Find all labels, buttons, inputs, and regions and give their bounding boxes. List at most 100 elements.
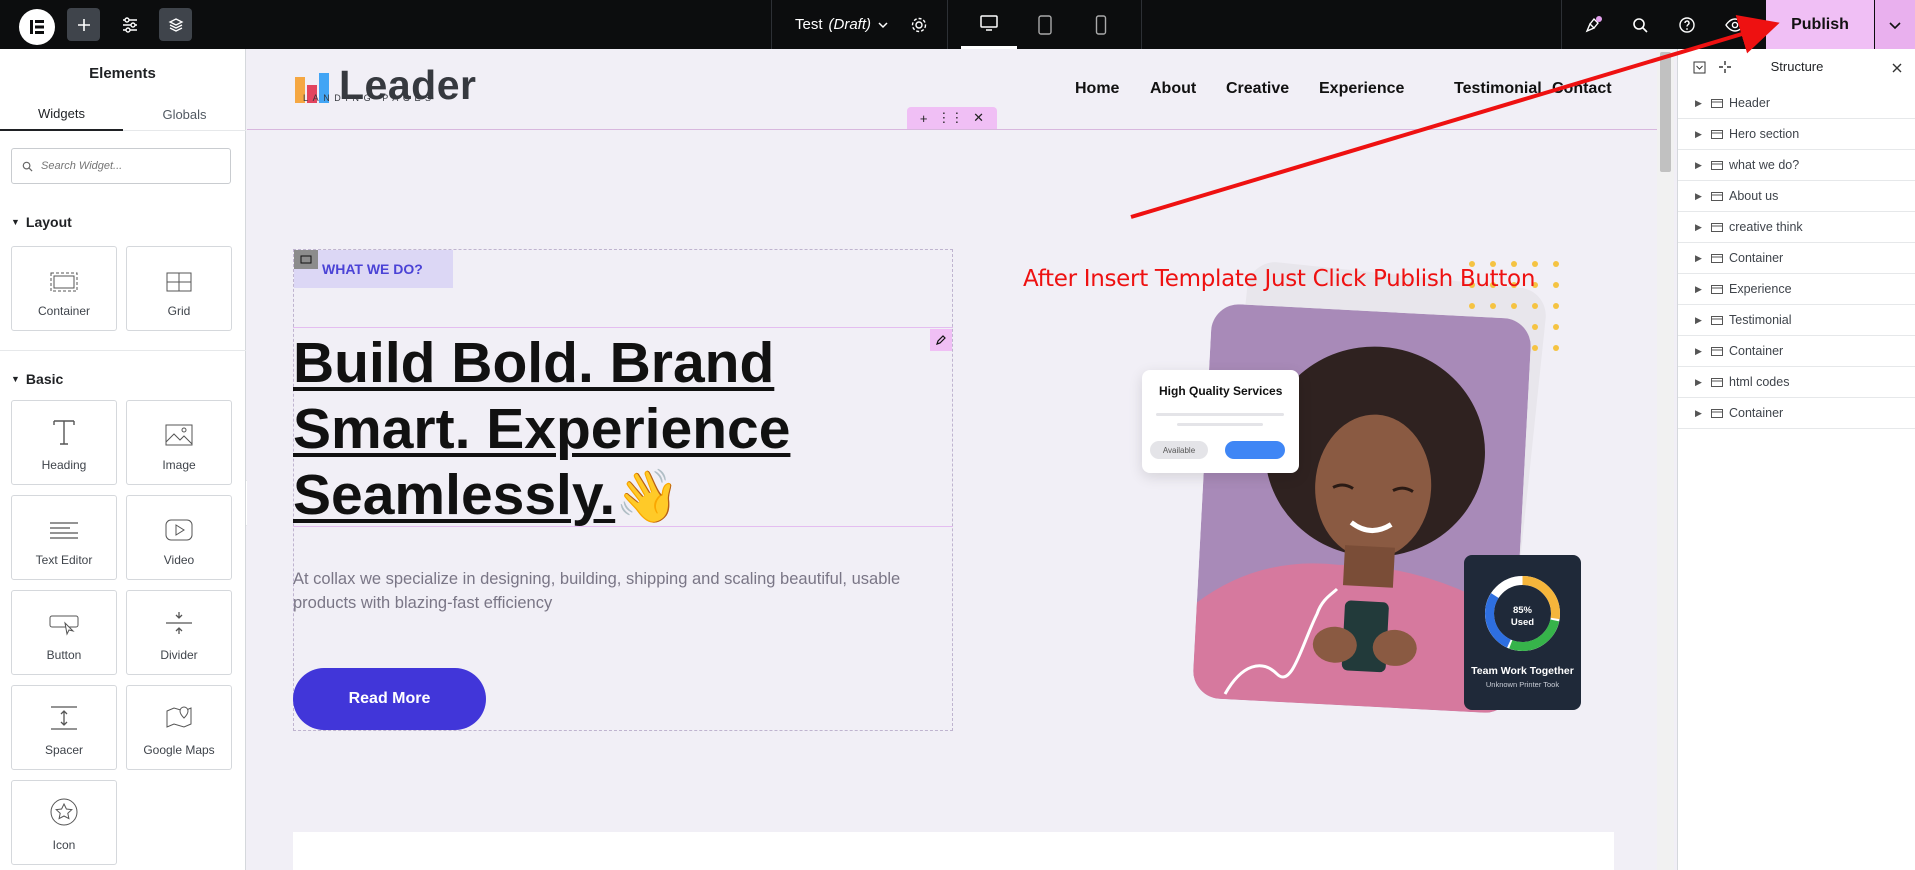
widget-divider[interactable]: Divider xyxy=(126,590,232,675)
structure-item[interactable]: ▶ what we do? xyxy=(1678,150,1915,181)
map-pin-icon xyxy=(166,706,192,728)
search-icon[interactable] xyxy=(1620,0,1660,49)
search-widget-input[interactable] xyxy=(41,160,221,172)
team-work-card: Team Work Together Unknown Printer Took xyxy=(1464,555,1581,710)
widget-container[interactable]: Container xyxy=(11,246,117,331)
caret-right-icon[interactable]: ▶ xyxy=(1695,191,1702,202)
page-settings-icon[interactable] xyxy=(900,0,938,49)
publish-button[interactable]: Publish xyxy=(1766,0,1874,49)
caret-right-icon[interactable]: ▶ xyxy=(1695,129,1702,140)
widget-label: Google Maps xyxy=(143,743,215,757)
structure-panel: Structure ▶ Header ▶ Hero section ▶ what we d… xyxy=(1677,49,1915,870)
tab-widgets[interactable]: Widgets xyxy=(0,97,123,131)
close-icon[interactable] xyxy=(1892,63,1902,73)
structure-item-label: Testimonial xyxy=(1729,313,1792,327)
widget-label: Button xyxy=(46,648,82,662)
structure-item[interactable]: ▶ Container xyxy=(1678,336,1915,367)
caret-right-icon[interactable]: ▶ xyxy=(1695,222,1702,233)
read-more-button[interactable]: Read More xyxy=(293,668,486,730)
mobile-view-icon[interactable] xyxy=(1073,0,1129,49)
structure-item[interactable]: ▶ Hero section xyxy=(1678,119,1915,150)
structure-title: Structure xyxy=(1770,59,1824,74)
caret-right-icon[interactable]: ▶ xyxy=(1695,346,1702,357)
widget-heading[interactable]: Heading xyxy=(11,400,117,485)
text-editor-icon xyxy=(50,522,78,539)
panel-tabs: Widgets Globals xyxy=(0,97,246,131)
widget-spacer[interactable]: Spacer xyxy=(11,685,117,770)
widget-search[interactable] xyxy=(11,148,231,184)
category-label: Basic xyxy=(25,371,64,387)
widget-google-maps[interactable]: Google Maps xyxy=(126,685,232,770)
structure-item[interactable]: ▶ About us xyxy=(1678,181,1915,212)
caret-right-icon[interactable]: ▶ xyxy=(1695,315,1702,326)
structure-item[interactable]: ▶ Experience xyxy=(1678,274,1915,305)
category-layout[interactable]: ▼ Layout xyxy=(11,214,72,230)
card-action-pill xyxy=(1225,441,1285,459)
structure-item-label: Experience xyxy=(1729,282,1792,296)
section-container-icon xyxy=(1711,315,1723,325)
search-icon xyxy=(22,161,33,172)
widget-grid[interactable]: Grid xyxy=(126,246,232,331)
widget-icon[interactable]: Icon xyxy=(11,780,117,865)
structure-item[interactable]: ▶ Container xyxy=(1678,398,1915,429)
video-icon xyxy=(165,519,193,541)
widget-text-editor[interactable]: Text Editor xyxy=(11,495,117,580)
structure-item[interactable]: ▶ Header xyxy=(1678,88,1915,119)
section-container-icon xyxy=(1711,346,1723,356)
site-settings-icon[interactable] xyxy=(112,0,148,49)
elements-panel: Elements Widgets Globals ▼ Layout Contai… xyxy=(0,49,246,870)
document-status: (Draft) xyxy=(828,16,872,33)
preview-eye-icon[interactable] xyxy=(1715,0,1755,49)
document-name: Test xyxy=(794,16,823,33)
category-basic[interactable]: ▼ Basic xyxy=(11,371,63,387)
widget-handle-icon[interactable] xyxy=(294,250,318,269)
caret-right-icon[interactable]: ▶ xyxy=(1695,160,1702,171)
help-icon[interactable] xyxy=(1667,0,1707,49)
structure-item-label: Hero section xyxy=(1729,127,1800,141)
quality-services-card: High Quality Services Available xyxy=(1142,370,1299,473)
publish-options-chevron-icon[interactable] xyxy=(1875,0,1915,49)
structure-item-label: html codes xyxy=(1729,375,1790,389)
section-container-icon xyxy=(1711,98,1723,108)
structure-item[interactable]: ▶ Container xyxy=(1678,243,1915,274)
structure-item[interactable]: ▶ html codes xyxy=(1678,367,1915,398)
desktop-view-icon[interactable] xyxy=(961,0,1017,49)
section-container-icon xyxy=(1711,191,1723,201)
caret-right-icon[interactable]: ▶ xyxy=(1695,253,1702,264)
caret-right-icon[interactable]: ▶ xyxy=(1695,408,1702,419)
widget-label: Image xyxy=(162,458,196,472)
widget-label: Divider xyxy=(160,648,198,662)
widget-image[interactable]: Image xyxy=(126,400,232,485)
caret-right-icon[interactable]: ▶ xyxy=(1695,98,1702,109)
card-title: High Quality Services xyxy=(1159,384,1283,398)
caret-right-icon[interactable]: ▶ xyxy=(1695,377,1702,388)
document-title-menu[interactable]: Test (Draft) xyxy=(772,0,912,49)
structure-item-label: creative think xyxy=(1729,220,1803,234)
heading-icon xyxy=(53,420,75,445)
image-icon xyxy=(165,424,193,446)
canvas-scroll-thumb[interactable] xyxy=(1660,52,1671,172)
widget-label: Grid xyxy=(167,304,191,318)
add-element-button[interactable] xyxy=(67,8,100,41)
hero-headline-text: Build Bold. Brand Smart. Experience Seam… xyxy=(293,331,791,527)
tablet-view-icon[interactable] xyxy=(1017,0,1073,49)
widget-button[interactable]: Button xyxy=(11,590,117,675)
divider-icon xyxy=(166,612,192,634)
notifications-icon[interactable] xyxy=(1573,0,1613,49)
hero-description: At collax we specialize in designing, bu… xyxy=(293,570,901,612)
waving-hand-emoji: 👋 xyxy=(615,468,680,526)
caret-right-icon[interactable]: ▶ xyxy=(1695,284,1702,295)
hero-section: WHAT WE DO? Build Bold. Brand Smart. Exp… xyxy=(247,49,1657,870)
panel-title: Elements xyxy=(89,64,156,82)
star-icon xyxy=(50,798,78,826)
decorative-squiggle xyxy=(1223,587,1339,695)
widget-video[interactable]: Video xyxy=(126,495,232,580)
edit-pencil-icon[interactable] xyxy=(930,329,952,351)
tab-globals[interactable]: Globals xyxy=(123,97,246,131)
elementor-logo-icon[interactable] xyxy=(19,9,55,45)
canvas-scrollbar[interactable] xyxy=(1657,49,1674,870)
structure-item[interactable]: ▶ Testimonial xyxy=(1678,305,1915,336)
structure-layers-button[interactable] xyxy=(159,8,192,41)
structure-item[interactable]: ▶ creative think xyxy=(1678,212,1915,243)
caret-down-icon: ▼ xyxy=(11,374,20,384)
